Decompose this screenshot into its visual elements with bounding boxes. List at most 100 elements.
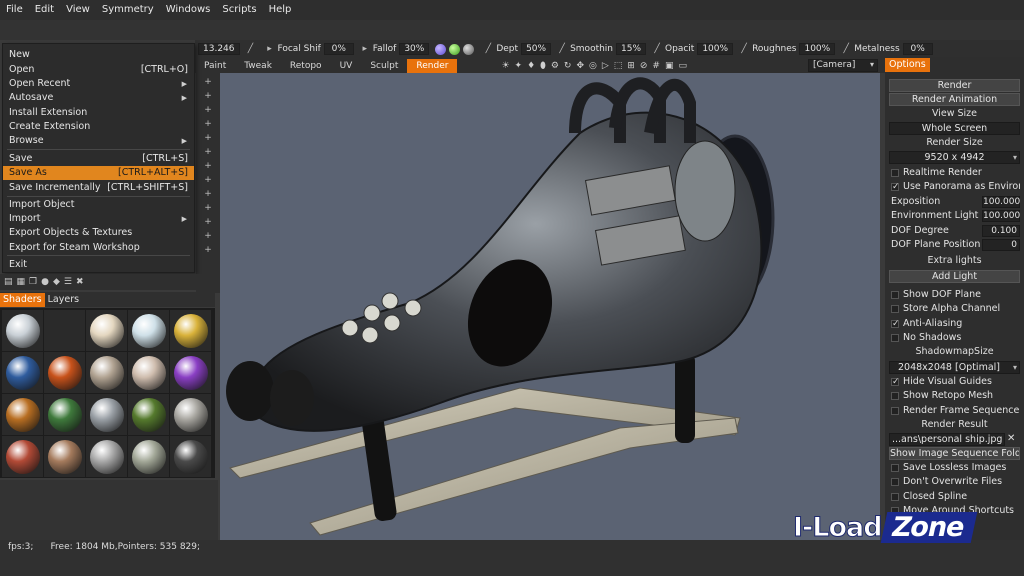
anti-aliasing-checkbox[interactable]: Anti-Aliasing	[889, 317, 1020, 331]
shader-swatch[interactable]	[128, 394, 169, 435]
camera-select[interactable]: [Camera]	[808, 59, 878, 72]
rotate-icon[interactable]: ↻	[564, 61, 572, 71]
menu-item-create-extension[interactable]: Create Extension	[3, 120, 194, 134]
dof-plane-input[interactable]: 0	[982, 239, 1020, 251]
menu-edit[interactable]: Edit	[29, 0, 60, 20]
shader-swatch[interactable]	[86, 310, 127, 351]
plus-icon[interactable]: +	[204, 105, 212, 115]
menu-item-import[interactable]: Import ▶	[3, 212, 194, 226]
plus-icon[interactable]: +	[204, 133, 212, 143]
metalness-value[interactable]: 0%	[902, 43, 933, 55]
show-retopo-mesh-checkbox[interactable]: Show Retopo Mesh	[889, 389, 1020, 403]
folder-icon[interactable]: ▤	[4, 277, 13, 287]
dof-degree-input[interactable]: 0.100	[982, 225, 1020, 237]
shader-swatch[interactable]	[170, 436, 211, 477]
shader-swatch[interactable]	[2, 436, 43, 477]
tab-options[interactable]: Options	[885, 58, 930, 72]
menu-item-export-objects[interactable]: Export Objects & Textures	[3, 226, 194, 240]
shader-swatch[interactable]	[128, 352, 169, 393]
render-result-path[interactable]: ...ans\personal ship.jpg	[889, 433, 1005, 446]
depth-value[interactable]: 50%	[521, 43, 552, 55]
use-panorama-checkbox[interactable]: Use Panorama as Environment	[889, 180, 1020, 194]
menu-item-browse[interactable]: Browse ▶	[3, 134, 194, 148]
show-image-seq-button[interactable]: Show Image Sequence Folder	[889, 447, 1020, 460]
material-sphere-icon[interactable]	[435, 43, 447, 55]
menu-item-open-recent[interactable]: Open Recent ▶	[3, 77, 194, 91]
hide-visual-guides-checkbox[interactable]: Hide Visual Guides	[889, 375, 1020, 389]
closed-spline-checkbox[interactable]: Closed Spline	[889, 490, 1020, 504]
menu-help[interactable]: Help	[263, 0, 298, 20]
env-light-input[interactable]: 100.000	[982, 210, 1020, 222]
tab-paint[interactable]: Paint	[195, 59, 235, 73]
menu-item-install-extension[interactable]: Install Extension	[3, 106, 194, 120]
plus-icon[interactable]: +	[204, 77, 212, 87]
menu-windows[interactable]: Windows	[160, 0, 217, 20]
show-dof-plane-checkbox[interactable]: Show DOF Plane	[889, 288, 1020, 302]
zoom-icon[interactable]: ◎	[589, 61, 597, 71]
menu-item-save-incrementally[interactable]: Save Incrementally [CTRL+SHIFT+S]	[3, 181, 194, 195]
play-icon[interactable]: ▷	[602, 61, 609, 71]
menu-item-exit[interactable]: Exit	[3, 258, 194, 272]
close-icon[interactable]: ✕	[1007, 433, 1015, 444]
plus-icon[interactable]: +	[204, 161, 212, 171]
menu-item-save[interactable]: Save [CTRL+S]	[3, 152, 194, 166]
dont-overwrite-checkbox[interactable]: Don't Overwrite Files	[889, 475, 1020, 489]
shader-swatch[interactable]	[2, 394, 43, 435]
gloss-sphere-icon[interactable]	[463, 43, 475, 55]
shader-swatch[interactable]	[86, 352, 127, 393]
render-frame-seq-checkbox[interactable]: Render Frame Sequence	[889, 404, 1020, 418]
gear-icon[interactable]: ⚙	[551, 61, 559, 71]
add-light-button[interactable]: Add Light	[889, 270, 1020, 283]
grid-icon[interactable]: ⊞	[627, 61, 635, 71]
tab-tweak[interactable]: Tweak	[235, 59, 281, 73]
plus-icon[interactable]: +	[204, 245, 212, 255]
exposition-input[interactable]: 100.000	[982, 196, 1020, 208]
ban-icon[interactable]: ⊘	[640, 61, 648, 71]
sun-icon[interactable]: ☀	[501, 61, 509, 71]
plus-icon[interactable]: +	[204, 189, 212, 199]
color-sphere-icon[interactable]	[449, 43, 461, 55]
shader-swatch[interactable]	[86, 436, 127, 477]
shadowmap-select[interactable]: 2048x2048 [Optimal]	[889, 361, 1020, 374]
shader-swatch[interactable]	[170, 310, 211, 351]
menu-item-open[interactable]: Open [CTRL+O]	[3, 63, 194, 77]
menu-file[interactable]: File	[0, 0, 29, 20]
screen-icon[interactable]: ▭	[678, 61, 687, 71]
shader-swatch[interactable]	[170, 394, 211, 435]
no-shadows-checkbox[interactable]: No Shadows	[889, 331, 1020, 345]
save-icon[interactable]: ▦	[17, 277, 26, 287]
tab-layers[interactable]: Layers	[45, 293, 82, 307]
tab-retopo[interactable]: Retopo	[281, 59, 331, 73]
shader-swatch[interactable]	[170, 352, 211, 393]
menu-scripts[interactable]: Scripts	[216, 0, 262, 20]
shader-swatch[interactable]	[86, 394, 127, 435]
plus-icon[interactable]: +	[204, 147, 212, 157]
shader-swatch[interactable]	[2, 352, 43, 393]
shader-swatch[interactable]	[44, 394, 85, 435]
plus-icon[interactable]: +	[204, 119, 212, 129]
menu-item-save-as[interactable]: Save As [CTRL+ALT+S]	[3, 166, 194, 180]
menu-view[interactable]: View	[60, 0, 96, 20]
light-icon[interactable]: ♦	[527, 61, 535, 71]
view-size-select[interactable]: Whole Screen	[889, 122, 1020, 135]
plus-icon[interactable]: +	[204, 203, 212, 213]
cube-icon[interactable]: ▣	[665, 61, 674, 71]
shader-swatch[interactable]	[128, 436, 169, 477]
smoothing-value[interactable]: 15%	[616, 43, 647, 55]
opacity-value[interactable]: 100%	[697, 43, 734, 55]
frame-icon[interactable]: ⬚	[614, 61, 623, 71]
plus-icon[interactable]: +	[204, 217, 212, 227]
move-icon[interactable]: ✥	[576, 61, 584, 71]
menu-item-import-object[interactable]: Import Object	[3, 198, 194, 212]
delete-icon[interactable]: ✖	[76, 277, 84, 287]
render-button[interactable]: Render	[889, 79, 1020, 92]
render-animation-button[interactable]: Render Animation	[889, 93, 1020, 106]
shader-swatch[interactable]	[128, 310, 169, 351]
radius-value[interactable]: 13.246	[198, 43, 240, 55]
realtime-render-checkbox[interactable]: Realtime Render	[889, 166, 1020, 180]
cube-icon[interactable]: ◆	[53, 277, 60, 287]
store-alpha-checkbox[interactable]: Store Alpha Channel	[889, 302, 1020, 316]
menu-item-new[interactable]: New	[3, 48, 194, 62]
drop-icon[interactable]: ⬮	[540, 61, 546, 71]
shader-swatch[interactable]	[44, 436, 85, 477]
